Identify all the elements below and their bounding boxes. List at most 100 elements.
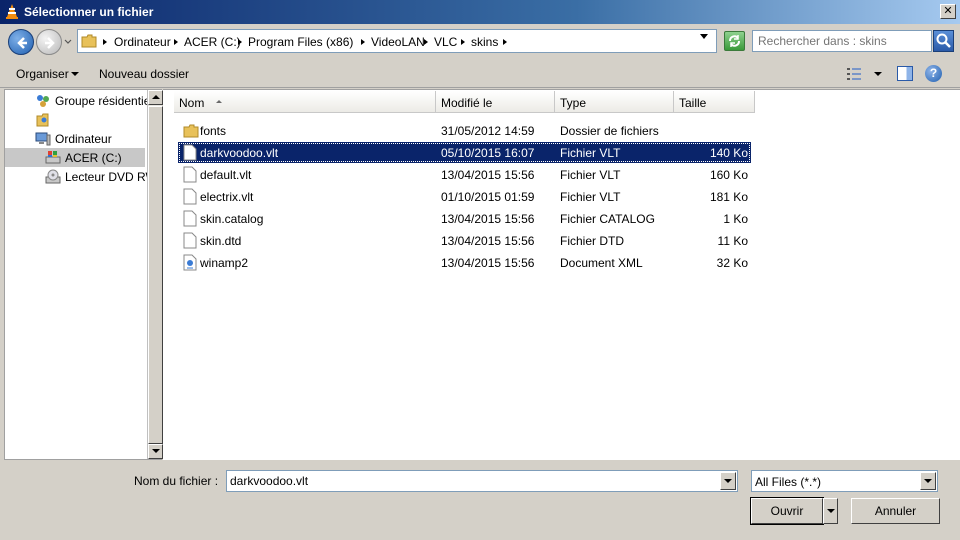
file-row[interactable]: winamp2 13/04/2015 15:56 Document XML 32… [178, 252, 751, 273]
chevron-right-icon[interactable] [361, 39, 365, 45]
file-type: Document XML [560, 256, 643, 270]
close-button[interactable]: ✕ [940, 4, 956, 19]
column-header-modified[interactable]: Modifié le [436, 91, 555, 113]
file-row[interactable]: skin.catalog 13/04/2015 15:56 Fichier CA… [178, 208, 751, 229]
nav-item-computer[interactable]: Ordinateur [5, 129, 145, 148]
file-type: Fichier VLT [560, 146, 621, 160]
file-name: winamp2 [200, 256, 249, 270]
scroll-thumb[interactable] [148, 106, 163, 444]
view-options-icon[interactable] [846, 67, 862, 81]
column-header-name[interactable]: Nom [174, 91, 436, 113]
breadcrumb-ordinateur[interactable]: Ordinateur [114, 35, 171, 49]
scroll-up-button[interactable] [148, 90, 163, 105]
file-row[interactable]: fonts 31/05/2012 14:59 Dossier de fichie… [178, 120, 751, 141]
user-folder-icon [36, 113, 49, 127]
chevron-right-icon[interactable] [103, 39, 107, 45]
scroll-down-button[interactable] [148, 444, 163, 459]
column-label: Type [560, 96, 587, 110]
nav-scrollbar[interactable] [147, 90, 163, 459]
breadcrumb-vlc[interactable]: VLC [434, 35, 457, 49]
file-name: darkvoodoo.vlt [200, 146, 279, 160]
open-options-button[interactable] [823, 498, 838, 524]
file-list: Nom Modifié le Type Taille fonts 31/05/2… [163, 89, 960, 460]
filename-dropdown-button[interactable] [720, 472, 736, 490]
breadcrumb-videolan[interactable]: VideoLAN [371, 35, 425, 49]
file-modified: 13/04/2015 15:56 [441, 234, 535, 248]
file-row-selected[interactable]: darkvoodoo.vlt 05/10/2015 16:07 Fichier … [178, 142, 751, 163]
filter-value: All Files (*.*) [755, 475, 822, 489]
breadcrumb-skins[interactable]: skins [471, 35, 498, 49]
nav-item-label: ACER (C:) [65, 151, 122, 165]
chevron-right-icon[interactable] [174, 39, 178, 45]
file-type: Dossier de fichiers [560, 124, 659, 138]
breadcrumb-acer-c[interactable]: ACER (C:) [184, 35, 241, 49]
breadcrumb-program-files[interactable]: Program Files (x86) [248, 35, 353, 49]
sort-ascending-icon [216, 100, 222, 103]
organize-button[interactable]: Organiser [16, 67, 69, 81]
file-icon [183, 166, 197, 183]
file-type: Fichier VLT [560, 168, 621, 182]
folder-icon [183, 124, 199, 138]
refresh-button[interactable] [724, 31, 745, 51]
chevron-down-icon [924, 479, 932, 483]
file-modified: 13/04/2015 15:56 [441, 212, 535, 226]
nav-item-user-folder[interactable] [5, 110, 145, 129]
filename-combobox[interactable] [226, 470, 738, 492]
file-type-filter[interactable]: All Files (*.*) [751, 470, 938, 492]
arrow-up-icon [152, 95, 160, 99]
column-header-size[interactable]: Taille [674, 91, 755, 113]
file-icon [183, 232, 197, 249]
arrow-right-icon [45, 37, 55, 49]
search-box[interactable] [752, 30, 932, 52]
search-button[interactable] [933, 30, 954, 52]
new-folder-button[interactable]: Nouveau dossier [99, 67, 189, 81]
filter-dropdown-button[interactable] [920, 472, 936, 490]
arrow-down-icon [152, 449, 160, 453]
column-label: Taille [679, 96, 707, 110]
nav-item-label: Groupe résidentiel [55, 94, 154, 108]
help-icon[interactable]: ? [925, 65, 942, 82]
window-title: Sélectionner un fichier [24, 5, 154, 19]
cancel-button[interactable]: Annuler [851, 498, 940, 524]
arrow-left-icon [17, 37, 27, 49]
forward-button[interactable] [36, 29, 62, 55]
history-dropdown-icon[interactable] [63, 37, 73, 47]
vlc-cone-icon [6, 4, 18, 19]
open-button[interactable]: Ouvrir [750, 497, 824, 525]
file-type: Fichier CATALOG [560, 212, 655, 226]
file-size: 160 Ko [709, 168, 748, 182]
computer-icon [35, 132, 51, 146]
chevron-right-icon[interactable] [424, 39, 428, 45]
back-button[interactable] [8, 29, 34, 55]
filename-label: Nom du fichier : [134, 474, 219, 488]
xml-document-icon [183, 254, 197, 271]
chevron-right-icon[interactable] [503, 39, 507, 45]
address-bar[interactable]: Ordinateur ACER (C:) Program Files (x86)… [77, 29, 717, 53]
nav-item-acer-c[interactable]: ACER (C:) [5, 148, 145, 167]
file-icon [183, 210, 197, 227]
file-row[interactable]: electrix.vlt 01/10/2015 01:59 Fichier VL… [178, 186, 751, 207]
column-header-type[interactable]: Type [555, 91, 674, 113]
homegroup-icon [37, 95, 49, 107]
chevron-right-icon[interactable] [238, 39, 242, 45]
view-dropdown-icon[interactable] [874, 72, 882, 76]
column-label: Nom [179, 96, 205, 110]
file-row[interactable]: skin.dtd 13/04/2015 15:56 Fichier DTD 11… [178, 230, 751, 251]
file-modified: 01/10/2015 01:59 [441, 190, 535, 204]
search-input[interactable] [753, 31, 931, 51]
chevron-right-icon[interactable] [461, 39, 465, 45]
dvd-drive-icon [45, 169, 61, 184]
nav-item-dvd[interactable]: Lecteur DVD RW [5, 167, 157, 186]
address-dropdown-icon[interactable] [700, 34, 708, 39]
file-size: 32 Ko [716, 256, 748, 270]
file-type: Fichier DTD [560, 234, 625, 248]
file-row[interactable]: default.vlt 13/04/2015 15:56 Fichier VLT… [178, 164, 751, 185]
nav-item-label: Lecteur DVD RW [65, 170, 157, 184]
chevron-down-icon [827, 509, 835, 513]
file-type: Fichier VLT [560, 190, 621, 204]
chevron-down-icon[interactable] [71, 72, 79, 76]
filename-input[interactable] [227, 471, 717, 491]
preview-pane-icon[interactable] [897, 66, 913, 81]
nav-item-homegroup[interactable]: Groupe résidentiel [5, 91, 153, 110]
file-name: default.vlt [200, 168, 252, 182]
